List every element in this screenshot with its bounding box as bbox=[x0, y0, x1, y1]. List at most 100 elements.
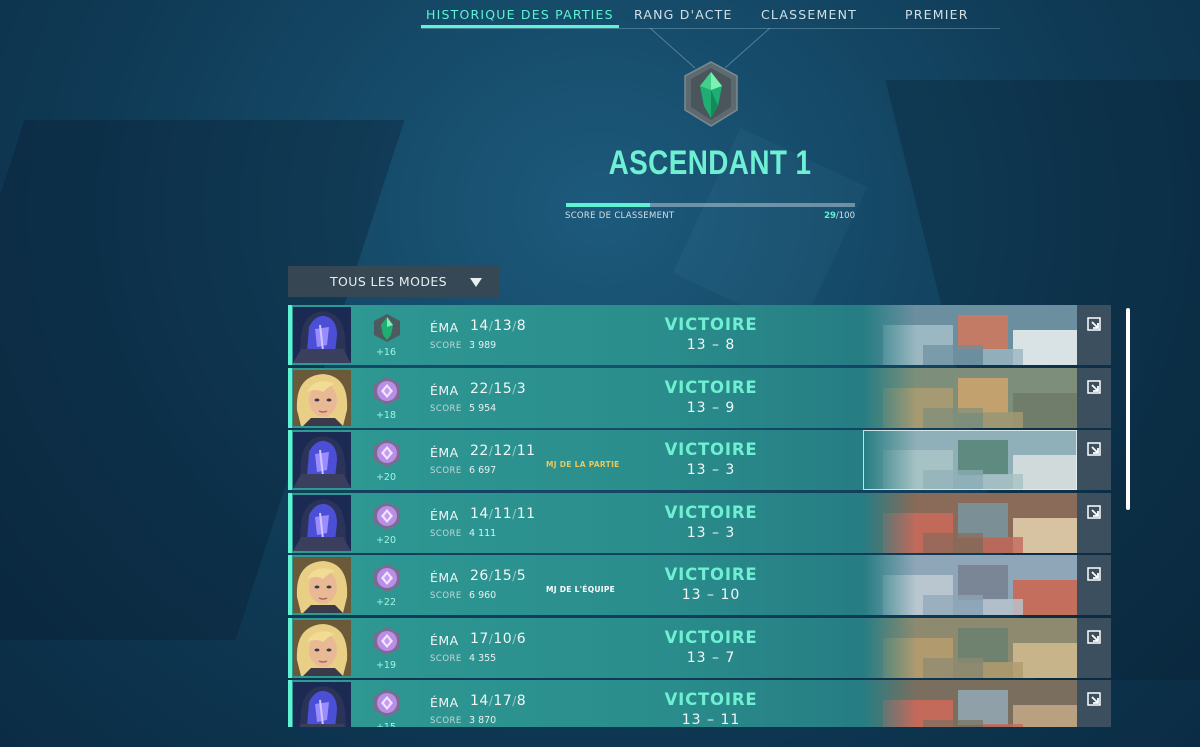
rank-rating-change: +19 bbox=[375, 659, 397, 671]
combat-score: 5 954 bbox=[469, 402, 497, 414]
kills: 22 bbox=[470, 380, 489, 397]
deaths: 10 bbox=[493, 630, 513, 647]
match-details-button[interactable] bbox=[1077, 617, 1111, 678]
combat-score-label: SCORE bbox=[430, 591, 462, 601]
map-name: ÉMA bbox=[430, 382, 459, 398]
map-thumbnail bbox=[863, 680, 1077, 727]
chevron-down-icon bbox=[470, 278, 482, 287]
mvp-badge: MJ DE LA PARTIE bbox=[546, 460, 620, 469]
diamond-icon bbox=[372, 626, 402, 656]
rank-rating-change: +20 bbox=[375, 472, 397, 483]
match-result: VICTOIRE bbox=[664, 627, 758, 647]
kda: 14/11/11 bbox=[470, 505, 536, 522]
top-nav: HISTORIQUE DES PARTIES RANG D'ACTE CLASS… bbox=[421, 0, 1000, 29]
map-name: ÉMA bbox=[430, 695, 459, 710]
match-details-button[interactable] bbox=[1077, 430, 1111, 490]
open-external-icon bbox=[1087, 504, 1101, 519]
mode-filter-dropdown[interactable]: TOUS LES MODES bbox=[288, 266, 499, 297]
kills: 14 bbox=[470, 318, 489, 334]
match-row[interactable]: +20 ÉMA 14/11/11 SCORE 4 111 VICTOIRE 13 – 3 bbox=[288, 492, 1111, 553]
deaths: 11 bbox=[493, 505, 513, 522]
rank-progress-label: SCORE DE CLASSEMENT bbox=[565, 211, 675, 221]
combat-score: 3 989 bbox=[469, 340, 497, 351]
kills: 26 bbox=[470, 568, 489, 584]
kills: 22 bbox=[470, 443, 489, 459]
active-tab-indicator bbox=[421, 25, 619, 28]
assists: 11 bbox=[516, 443, 536, 459]
combat-score: 3 870 bbox=[469, 715, 497, 726]
row-accent-bar bbox=[288, 680, 292, 727]
map-name: ÉMA bbox=[430, 507, 459, 523]
rank-progress-max: /100 bbox=[835, 211, 855, 221]
combat-score-label: SCORE bbox=[430, 403, 462, 414]
assists: 5 bbox=[516, 568, 527, 584]
mvp-badge: MJ DE L'ÉQUIPE bbox=[546, 585, 616, 594]
match-row[interactable]: +16 ÉMA 14/13/8 SCORE 3 989 VICTOIRE 13 – 8 bbox=[288, 305, 1111, 365]
match-row[interactable]: +20 ÉMA 22/12/11 SCORE 6 697 MJ DE LA PARTIE V… bbox=[288, 430, 1111, 490]
match-details-button[interactable] bbox=[1077, 492, 1111, 553]
deaths: 15 bbox=[493, 380, 513, 397]
open-external-icon bbox=[1087, 691, 1101, 706]
match-row[interactable]: +22 ÉMA 26/15/5 SCORE 6 960 MJ DE L'ÉQUIPE VIC… bbox=[288, 555, 1111, 615]
row-accent-bar bbox=[288, 492, 292, 553]
map-thumbnail bbox=[863, 555, 1077, 615]
diamond-icon bbox=[372, 688, 402, 718]
assists: 6 bbox=[516, 630, 527, 647]
tab-match-history[interactable]: HISTORIQUE DES PARTIES bbox=[426, 7, 614, 22]
rank-progress-current: 29 bbox=[824, 211, 836, 221]
rank-rating-change: +20 bbox=[375, 534, 397, 546]
match-result: VICTOIRE bbox=[664, 690, 758, 709]
blonde-agent-icon bbox=[293, 369, 351, 426]
assists: 8 bbox=[516, 318, 527, 334]
rank-rating-change: +18 bbox=[375, 409, 397, 421]
combat-score-label: SCORE bbox=[430, 653, 462, 664]
final-score: 13 – 10 bbox=[681, 587, 741, 603]
tab-premier[interactable]: PREMIER bbox=[905, 7, 969, 22]
final-score: 13 – 3 bbox=[686, 462, 736, 478]
match-row[interactable]: +15 ÉMA 14/17/8 SCORE 3 870 VICTOIRE 13 – 11 bbox=[288, 680, 1111, 727]
map-thumbnail bbox=[863, 367, 1077, 428]
combat-score: 6 697 bbox=[469, 465, 497, 476]
map-thumbnail bbox=[863, 305, 1077, 365]
rank-rating-change: +22 bbox=[375, 597, 397, 608]
kda: 14/17/8 bbox=[470, 693, 527, 709]
ascendant-emerald-icon bbox=[684, 61, 738, 127]
helmet-agent-icon bbox=[293, 432, 351, 488]
deaths: 12 bbox=[493, 443, 513, 459]
assists: 8 bbox=[516, 693, 527, 709]
kills: 14 bbox=[470, 693, 489, 709]
combat-score: 4 355 bbox=[469, 652, 497, 664]
map-name: ÉMA bbox=[430, 570, 459, 585]
tab-leaderboard[interactable]: CLASSEMENT bbox=[761, 7, 857, 22]
match-row[interactable]: +19 ÉMA 17/10/6 SCORE 4 355 VICTOIRE 13 – 7 bbox=[288, 617, 1111, 678]
match-details-button[interactable] bbox=[1077, 367, 1111, 428]
combat-score: 6 960 bbox=[469, 590, 497, 601]
diamond-icon bbox=[372, 501, 402, 531]
deaths: 15 bbox=[493, 568, 513, 584]
match-details-button[interactable] bbox=[1077, 305, 1111, 365]
ascendant-icon bbox=[372, 313, 402, 343]
assists: 11 bbox=[516, 505, 536, 522]
helmet-agent-icon bbox=[293, 307, 351, 363]
map-name: ÉMA bbox=[430, 320, 459, 335]
tab-act-rank[interactable]: RANG D'ACTE bbox=[634, 7, 733, 22]
match-details-button[interactable] bbox=[1077, 680, 1111, 727]
rank-title: ASCENDANT 1 bbox=[608, 144, 812, 182]
blonde-agent-icon bbox=[293, 619, 351, 676]
open-external-icon bbox=[1087, 379, 1101, 394]
diamond-icon bbox=[372, 438, 402, 468]
deaths: 13 bbox=[493, 318, 513, 334]
match-row[interactable]: +18 ÉMA 22/15/3 SCORE 5 954 VICTOIRE 13 – 9 bbox=[288, 367, 1111, 428]
scrollbar[interactable] bbox=[1126, 308, 1130, 510]
map-name: ÉMA bbox=[430, 445, 459, 460]
match-result: VICTOIRE bbox=[664, 502, 758, 522]
combat-score-label: SCORE bbox=[430, 466, 462, 476]
final-score: 13 – 3 bbox=[686, 524, 736, 541]
row-accent-bar bbox=[288, 617, 292, 678]
match-details-button[interactable] bbox=[1077, 555, 1111, 615]
kda: 14/13/8 bbox=[470, 318, 527, 334]
final-score: 13 – 11 bbox=[681, 712, 741, 727]
match-history-list: +16 ÉMA 14/13/8 SCORE 3 989 VICTOIRE 13 – 8 +18… bbox=[288, 305, 1111, 727]
row-accent-bar bbox=[288, 305, 292, 365]
mode-filter-label: TOUS LES MODES bbox=[330, 274, 447, 289]
